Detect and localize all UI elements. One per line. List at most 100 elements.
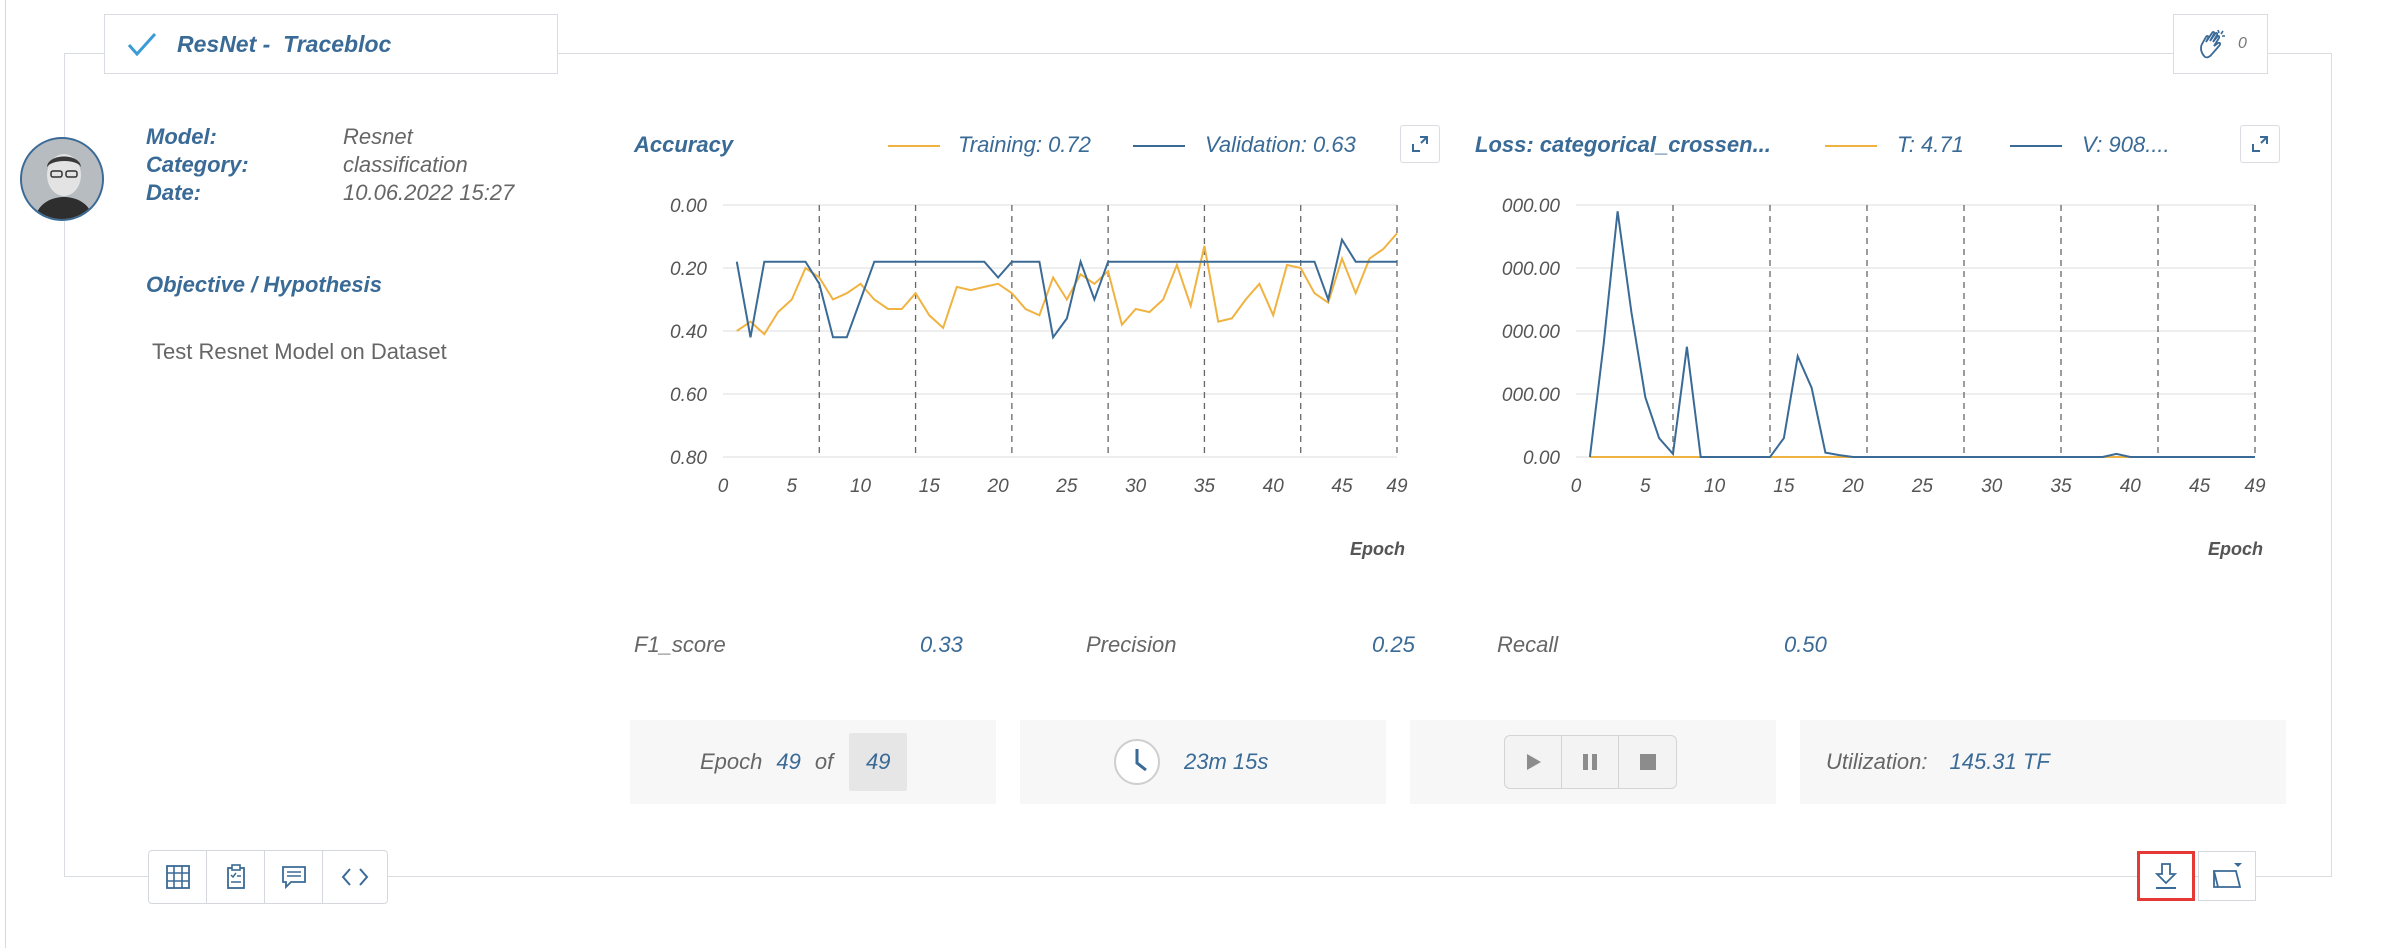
x-tick-label: 15 bbox=[919, 476, 941, 497]
objective-text[interactable]: Test Resnet Model on Dataset bbox=[152, 339, 447, 365]
accuracy-chart-title: Accuracy bbox=[634, 132, 734, 157]
epoch-total-box[interactable]: 49 bbox=[849, 733, 908, 791]
f1-label: F1_score bbox=[634, 632, 726, 657]
avatar bbox=[20, 137, 104, 221]
bottom-toolbar bbox=[148, 850, 388, 904]
pause-icon bbox=[1583, 754, 1597, 770]
code-icon bbox=[341, 868, 369, 886]
x-tick-label: 45 bbox=[1331, 476, 1353, 497]
folder-icon bbox=[2212, 863, 2242, 888]
epoch-of: of bbox=[814, 749, 834, 774]
expand-icon bbox=[2252, 136, 2268, 152]
comment-icon bbox=[281, 866, 306, 890]
loss-expand-button[interactable] bbox=[2240, 125, 2280, 163]
clipboard-button[interactable] bbox=[207, 851, 265, 903]
grid-icon bbox=[165, 865, 190, 889]
expand-icon bbox=[1412, 136, 1428, 152]
code-button[interactable] bbox=[323, 851, 387, 903]
x-tick-label: 35 bbox=[1194, 476, 1216, 497]
x-axis-label: Epoch bbox=[2208, 539, 2263, 559]
accuracy-chart: 0.00 0.20 0.40 0.60 0.80 0 5 10 15 20 25 30 35 40 45 49… bbox=[670, 196, 1408, 559]
clap-count: 0 bbox=[2238, 35, 2247, 52]
play-button[interactable] bbox=[1505, 736, 1562, 788]
y-tick-label: 0.80 bbox=[670, 448, 707, 469]
time-panel: 23m 15s bbox=[1020, 720, 1386, 804]
pause-button[interactable] bbox=[1562, 736, 1619, 788]
legend-val: V: 908.... bbox=[2082, 132, 2170, 157]
check-icon bbox=[127, 32, 157, 57]
legend-line-val bbox=[2010, 145, 2062, 147]
x-tick-label: 15 bbox=[1773, 476, 1795, 497]
model-label: Model: bbox=[146, 124, 217, 149]
grid-button[interactable] bbox=[149, 851, 207, 903]
x-tick-label: 40 bbox=[1263, 476, 1285, 497]
clap-button[interactable]: 0 bbox=[2173, 14, 2268, 74]
x-tick-label: 20 bbox=[1842, 476, 1865, 497]
date-label: Date: bbox=[146, 180, 202, 205]
x-tick-label: 30 bbox=[1981, 476, 2003, 497]
y-tick-label: 0.20 bbox=[670, 259, 707, 280]
y-tick-label: 0.00 bbox=[670, 196, 707, 217]
category-value: classification bbox=[343, 152, 468, 177]
x-tick-label: 49 bbox=[1386, 476, 1408, 497]
x-tick-label: 10 bbox=[850, 476, 872, 497]
x-tick-label: 0 bbox=[1571, 476, 1582, 497]
download-button[interactable] bbox=[2137, 851, 2195, 901]
x-tick-label: 10 bbox=[1704, 476, 1726, 497]
epoch-total: 49 bbox=[865, 749, 891, 774]
y-tick-label: 000.00 bbox=[1502, 196, 1561, 217]
y-tick-label: 000.00 bbox=[1502, 385, 1561, 406]
f1-value: 0.33 bbox=[920, 632, 963, 657]
accuracy-expand-button[interactable] bbox=[1400, 125, 1440, 163]
y-tick-label: 0.60 bbox=[670, 385, 707, 406]
loss-chart: 000.00 000.00 000.00 000.00 0.00 0 5 10 15 20 25 30… bbox=[1502, 196, 2266, 559]
series-line-validation bbox=[735, 237, 1397, 340]
x-tick-label: 5 bbox=[1640, 476, 1651, 497]
x-tick-label: 25 bbox=[1911, 476, 1934, 497]
legend-validation: Validation: 0.63 bbox=[1205, 132, 1356, 157]
user-photo bbox=[22, 139, 102, 219]
y-tick-label: 000.00 bbox=[1502, 259, 1561, 280]
utilization-panel: Utilization: 145.31 TF bbox=[1800, 720, 2286, 804]
clipboard-icon bbox=[226, 864, 245, 889]
recall-label: Recall bbox=[1497, 632, 1559, 657]
utilization-label: Utilization: bbox=[1826, 749, 1928, 774]
objective-title: Objective / Hypothesis bbox=[146, 272, 382, 297]
category-label: Category: bbox=[146, 152, 249, 177]
elapsed-time: 23m 15s bbox=[1184, 749, 1269, 774]
precision-value: 0.25 bbox=[1372, 632, 1415, 657]
x-axis-label: Epoch bbox=[1350, 539, 1405, 559]
play-icon bbox=[1527, 754, 1541, 770]
folder-button[interactable] bbox=[2198, 851, 2256, 901]
x-tick-label: 0 bbox=[718, 476, 729, 497]
model-value: Resnet bbox=[343, 124, 413, 149]
legend-line-training bbox=[888, 145, 940, 147]
precision-label: Precision bbox=[1086, 632, 1177, 657]
training-controls bbox=[1504, 735, 1677, 789]
legend-training: Training: 0.72 bbox=[958, 132, 1091, 157]
y-tick-label: 0.00 bbox=[1523, 448, 1560, 469]
clock-icon bbox=[1114, 739, 1160, 785]
x-tick-label: 45 bbox=[2189, 476, 2211, 497]
x-tick-label: 25 bbox=[1055, 476, 1078, 497]
date-value: 10.06.2022 15:27 bbox=[343, 180, 515, 205]
loss-chart-title: Loss: categorical_crossen... bbox=[1475, 132, 1771, 157]
x-tick-label: 30 bbox=[1125, 476, 1147, 497]
x-tick-label: 40 bbox=[2120, 476, 2142, 497]
experiment-title-box[interactable]: ResNet - Tracebloc bbox=[104, 14, 558, 74]
stop-button[interactable] bbox=[1619, 736, 1676, 788]
clap-icon bbox=[2200, 29, 2225, 59]
left-border bbox=[5, 0, 6, 948]
y-tick-label: 000.00 bbox=[1502, 322, 1561, 343]
legend-line-validation bbox=[1133, 145, 1185, 147]
experiment-title: ResNet - Tracebloc bbox=[177, 30, 392, 57]
download-icon bbox=[2154, 863, 2178, 889]
y-tick-label: 0.40 bbox=[670, 322, 707, 343]
comment-button[interactable] bbox=[265, 851, 323, 903]
epoch-label: Epoch bbox=[700, 749, 763, 774]
controls-panel bbox=[1410, 720, 1776, 804]
utilization-value: 145.31 TF bbox=[1949, 749, 2050, 774]
recall-value: 0.50 bbox=[1784, 632, 1827, 657]
stop-icon bbox=[1639, 754, 1656, 770]
epoch-current: 49 bbox=[776, 749, 801, 774]
